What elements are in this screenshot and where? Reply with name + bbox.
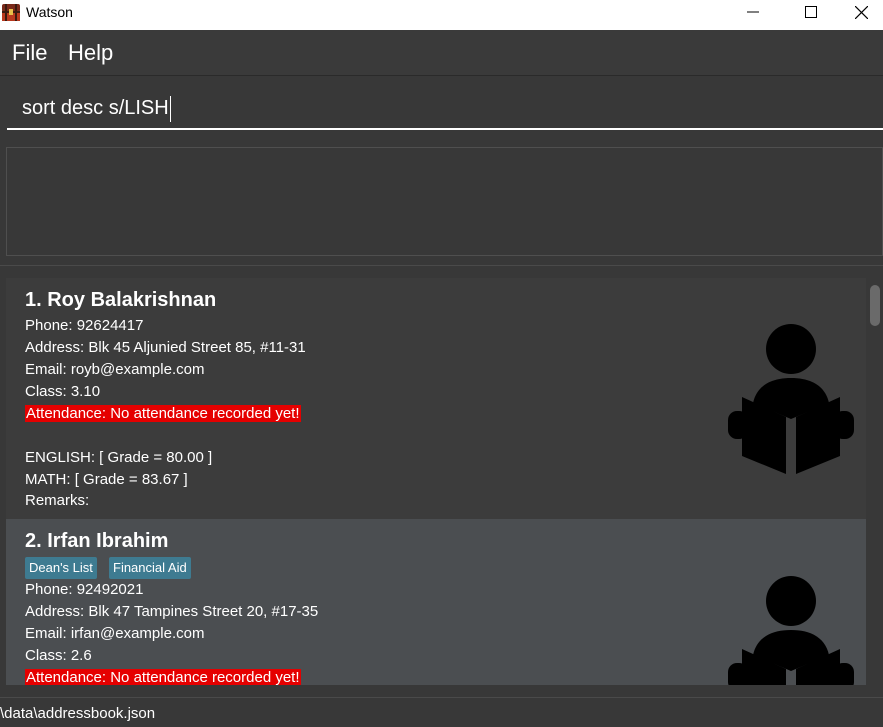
person-card[interactable]: 1. Roy Balakrishnan Phone: 92624417 Addr…: [6, 278, 866, 519]
person-attendance: Attendance: No attendance recorded yet!: [25, 405, 301, 422]
person-phone: Phone: 92624417: [25, 317, 144, 334]
maximize-button[interactable]: [782, 0, 840, 24]
person-attendance: Attendance: No attendance recorded yet!: [25, 669, 301, 685]
person-card[interactable]: 2. Irfan Ibrahim Dean's List Financial A…: [6, 519, 866, 685]
menu-help[interactable]: Help: [68, 40, 113, 66]
pane-divider[interactable]: [0, 265, 883, 266]
maximize-icon: [805, 6, 817, 18]
command-text: sort desc s/LISH: [22, 97, 169, 119]
close-button[interactable]: [840, 0, 883, 24]
person-grade-english: ENGLISH: [ Grade = 80.00 ]: [25, 449, 213, 466]
person-class: Class: 2.6: [25, 647, 92, 664]
command-input[interactable]: sort desc s/LISH: [7, 86, 883, 130]
person-list[interactable]: 1. Roy Balakrishnan Phone: 92624417 Addr…: [0, 267, 883, 685]
person-class: Class: 3.10: [25, 383, 101, 400]
person-name: 1. Roy Balakrishnan: [25, 289, 217, 311]
result-display[interactable]: [6, 147, 883, 256]
text-caret: [169, 95, 171, 122]
person-remarks: Remarks:: [25, 492, 90, 509]
person-address: Address: Blk 47 Tampines Street 20, #17-…: [25, 603, 319, 620]
tag-financial-aid: Financial Aid: [109, 557, 191, 579]
minimize-button[interactable]: [724, 0, 782, 24]
tag-deans-list: Dean's List: [25, 557, 97, 579]
person-phone: Phone: 92492021: [25, 581, 144, 598]
person-grade-math: MATH: [ Grade = 83.67 ]: [25, 471, 188, 488]
treasure-chest-icon: [2, 4, 20, 21]
person-name: 2. Irfan Ibrahim: [25, 530, 169, 552]
person-email: Email: royb@example.com: [25, 361, 205, 378]
status-bar: \data\addressbook.json: [0, 697, 883, 727]
menu-bar: File Help: [0, 30, 883, 76]
person-address: Address: Blk 45 Aljunied Street 85, #11-…: [25, 339, 306, 356]
minimize-icon: [747, 11, 759, 13]
close-icon: [855, 5, 868, 19]
save-location: \data\addressbook.json: [0, 705, 156, 722]
student-reading-icon: [728, 324, 854, 474]
window-titlebar: Watson: [0, 0, 883, 30]
student-reading-icon: [728, 576, 854, 685]
command-area: sort desc s/LISH: [0, 76, 883, 138]
window-title: Watson: [26, 4, 73, 20]
scrollbar-thumb[interactable]: [870, 285, 880, 326]
person-email: Email: irfan@example.com: [25, 625, 205, 642]
list-scrollbar[interactable]: [867, 267, 883, 685]
menu-file[interactable]: File: [12, 40, 47, 66]
